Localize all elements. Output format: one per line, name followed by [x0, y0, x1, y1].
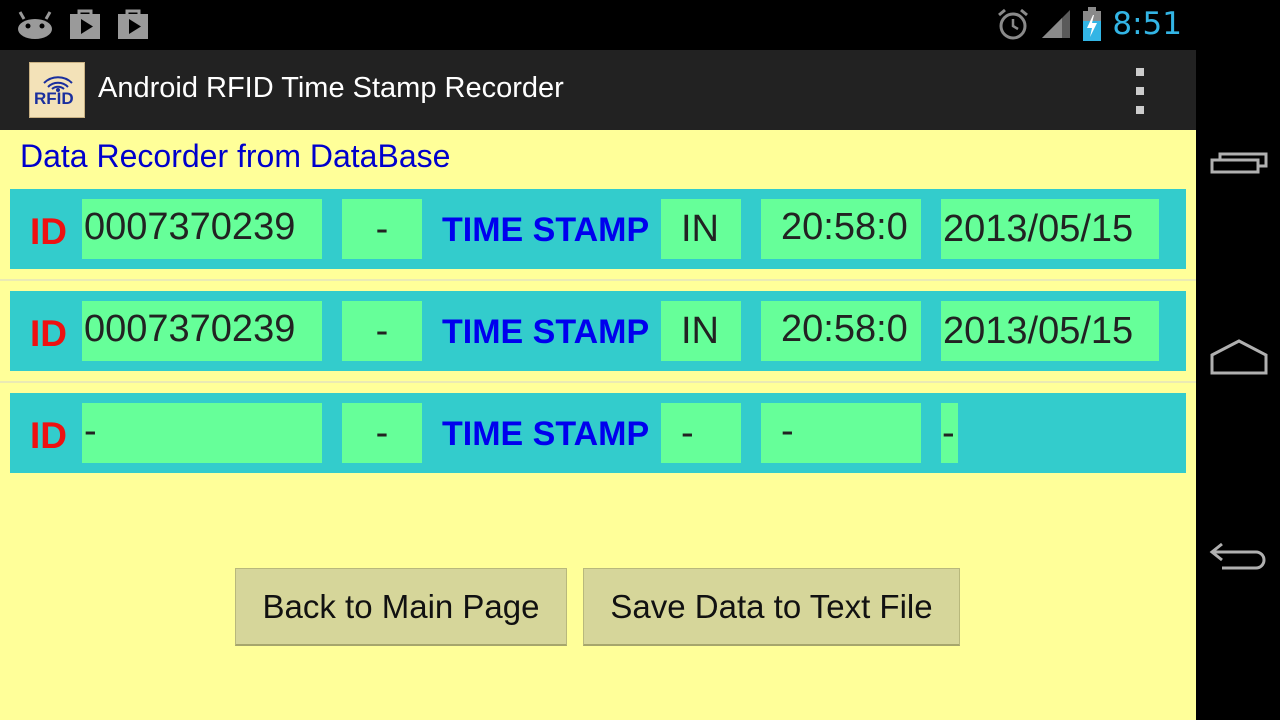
android-debug-icon: [18, 11, 52, 39]
signal-icon: [1042, 10, 1071, 38]
app-icon-label: RFID: [34, 89, 74, 108]
back-to-main-button[interactable]: Back to Main Page: [235, 568, 567, 646]
date-value: 2013/05/15: [941, 301, 1159, 361]
time-value: 20:58:0: [761, 199, 921, 259]
row-divider: [0, 381, 1196, 383]
time-stamp-label: TIME STAMP: [442, 211, 650, 249]
status-bar: 8:51: [0, 0, 1196, 50]
play-store-icon: [70, 9, 100, 39]
alarm-icon: [998, 8, 1029, 40]
date-value: 2013/05/15: [941, 199, 1159, 259]
in-out-value: -: [661, 403, 741, 463]
notification-icons: [16, 8, 150, 40]
id-value: 0007370239: [82, 301, 322, 361]
separator-value: -: [342, 199, 422, 259]
separator-value: -: [342, 403, 422, 463]
record-row: ID 0007370239 - TIME STAMP IN 20:58:0 20…: [10, 189, 1186, 269]
record-row: ID 0007370239 - TIME STAMP IN 20:58:0 20…: [10, 291, 1186, 371]
system-status: 8:51: [996, 6, 1182, 42]
id-label: ID: [30, 415, 67, 456]
back-icon[interactable]: [1208, 530, 1270, 580]
battery-charging-icon: [1083, 7, 1102, 41]
navigation-bar: [1196, 0, 1280, 720]
overflow-menu-icon[interactable]: [1128, 68, 1152, 114]
clock: 8:51: [1112, 6, 1182, 42]
id-value: -: [82, 403, 322, 463]
app-title: Android RFID Time Stamp Recorder: [98, 72, 564, 104]
time-value: -: [761, 403, 921, 463]
content-area: Data Recorder from DataBase ID 000737023…: [0, 130, 1196, 720]
section-title: Data Recorder from DataBase: [20, 138, 451, 174]
row-divider: [0, 279, 1196, 281]
id-value: 0007370239: [82, 199, 322, 259]
date-value: -: [941, 403, 958, 463]
separator-value: -: [342, 301, 422, 361]
time-value: 20:58:0: [761, 301, 921, 361]
time-stamp-label: TIME STAMP: [442, 415, 650, 453]
home-icon[interactable]: [1208, 335, 1270, 385]
id-label: ID: [30, 211, 67, 252]
record-row: ID - - TIME STAMP - - -: [10, 393, 1186, 473]
app-icon[interactable]: RFID: [29, 62, 85, 118]
save-to-text-file-button[interactable]: Save Data to Text File: [583, 568, 960, 646]
in-out-value: IN: [661, 199, 741, 259]
recent-apps-icon[interactable]: [1208, 140, 1270, 190]
play-store-icon: [118, 9, 148, 39]
in-out-value: IN: [661, 301, 741, 361]
time-stamp-label: TIME STAMP: [442, 313, 650, 351]
id-label: ID: [30, 313, 67, 354]
action-bar: RFID Android RFID Time Stamp Recorder: [0, 50, 1196, 130]
